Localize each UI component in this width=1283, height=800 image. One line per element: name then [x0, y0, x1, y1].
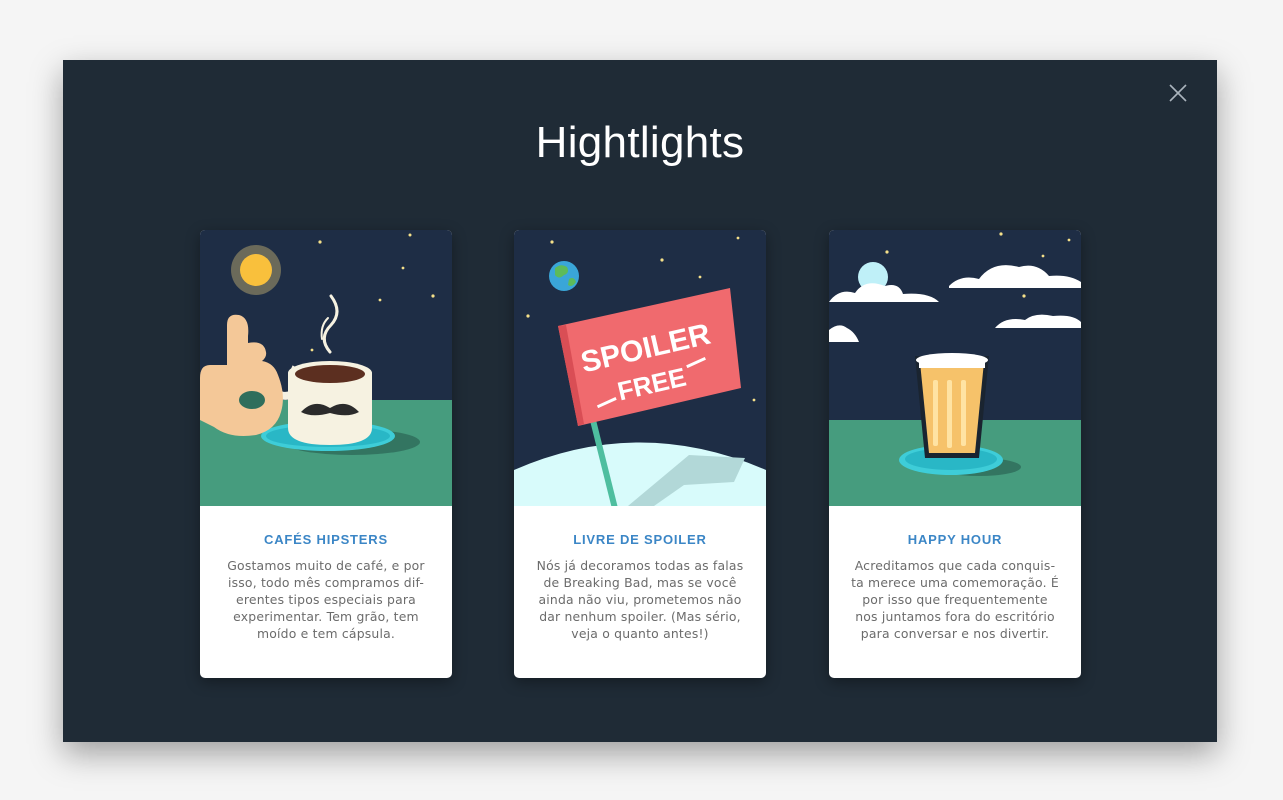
card-livre-de-spoiler: SPOILER FREE LIVRE DE SPOILER Nós já dec…	[514, 230, 766, 678]
card-description: Nós já decoramos todas as falas de Break…	[536, 558, 744, 641]
spoiler-flag-icon: SPOILER FREE	[514, 230, 766, 506]
card-description: Acreditamos que cada conquis-ta merece u…	[851, 558, 1059, 641]
highlights-modal: Hightlights CAFÉS HIPSTERS Gostamos muit…	[63, 60, 1217, 742]
card-description: Gostamos muito de café, e por isso, todo…	[227, 558, 425, 641]
modal-title: Hightlights	[535, 118, 745, 167]
card-title: LIVRE DE SPOILER	[573, 532, 707, 547]
card-title: HAPPY HOUR	[907, 532, 1003, 547]
coffee-mug-icon	[200, 230, 452, 506]
beer-glass-icon	[829, 230, 1081, 506]
card-happy-hour: HAPPY HOUR Acreditamos que cada conquis-…	[829, 230, 1081, 678]
close-icon[interactable]	[1167, 82, 1189, 104]
card-cafes-hipsters: CAFÉS HIPSTERS Gostamos muito de café, e…	[200, 230, 452, 678]
card-title: CAFÉS HIPSTERS	[264, 532, 388, 547]
